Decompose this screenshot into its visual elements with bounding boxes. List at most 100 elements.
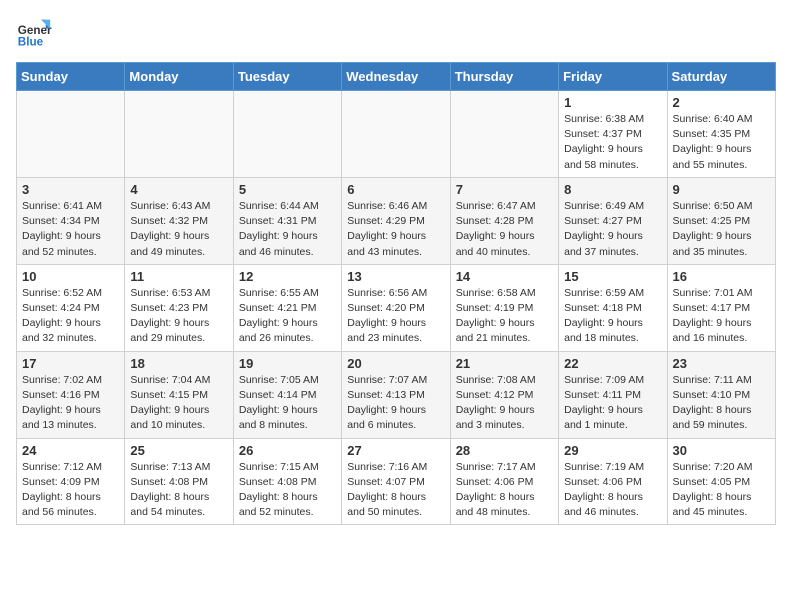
day-number: 6 [347, 182, 444, 197]
day-number: 1 [564, 95, 661, 110]
day-number: 11 [130, 269, 227, 284]
day-number: 9 [673, 182, 770, 197]
header-tuesday: Tuesday [233, 63, 341, 91]
day-cell: 2 Sunrise: 6:40 AM Sunset: 4:35 PM Daylig… [667, 91, 775, 178]
day-detail: Sunrise: 6:41 AM Sunset: 4:34 PM Dayligh… [22, 199, 119, 260]
day-detail: Sunrise: 7:20 AM Sunset: 4:05 PM Dayligh… [673, 460, 770, 521]
header-wednesday: Wednesday [342, 63, 450, 91]
day-number: 21 [456, 356, 553, 371]
day-cell: 12 Sunrise: 6:55 AM Sunset: 4:21 PM Dayli… [233, 264, 341, 351]
week-row-2: 10 Sunrise: 6:52 AM Sunset: 4:24 PM Dayli… [17, 264, 776, 351]
day-cell: 23 Sunrise: 7:11 AM Sunset: 4:10 PM Dayli… [667, 351, 775, 438]
header-sunday: Sunday [17, 63, 125, 91]
day-number: 7 [456, 182, 553, 197]
day-number: 28 [456, 443, 553, 458]
day-cell: 11 Sunrise: 6:53 AM Sunset: 4:23 PM Dayli… [125, 264, 233, 351]
day-detail: Sunrise: 6:50 AM Sunset: 4:25 PM Dayligh… [673, 199, 770, 260]
day-number: 17 [22, 356, 119, 371]
day-detail: Sunrise: 6:52 AM Sunset: 4:24 PM Dayligh… [22, 286, 119, 347]
header: General Blue [16, 16, 776, 52]
day-cell: 20 Sunrise: 7:07 AM Sunset: 4:13 PM Dayli… [342, 351, 450, 438]
day-cell: 13 Sunrise: 6:56 AM Sunset: 4:20 PM Dayli… [342, 264, 450, 351]
day-cell: 8 Sunrise: 6:49 AM Sunset: 4:27 PM Daylig… [559, 177, 667, 264]
day-detail: Sunrise: 7:13 AM Sunset: 4:08 PM Dayligh… [130, 460, 227, 521]
day-cell: 7Sunrise: 6:47 AM Sunset: 4:28 PM Daylig… [450, 177, 558, 264]
header-friday: Friday [559, 63, 667, 91]
day-number: 23 [673, 356, 770, 371]
day-number: 13 [347, 269, 444, 284]
week-row-4: 24Sunrise: 7:12 AM Sunset: 4:09 PM Dayli… [17, 438, 776, 525]
day-cell: 3 Sunrise: 6:41 AM Sunset: 4:34 PM Daylig… [17, 177, 125, 264]
day-cell: 19 Sunrise: 7:05 AM Sunset: 4:14 PM Dayli… [233, 351, 341, 438]
day-detail: Sunrise: 7:15 AM Sunset: 4:08 PM Dayligh… [239, 460, 336, 521]
day-number: 24 [22, 443, 119, 458]
day-number: 15 [564, 269, 661, 284]
day-number: 10 [22, 269, 119, 284]
day-number: 4 [130, 182, 227, 197]
day-cell: 6 Sunrise: 6:46 AM Sunset: 4:29 PM Daylig… [342, 177, 450, 264]
day-number: 18 [130, 356, 227, 371]
day-number: 30 [673, 443, 770, 458]
day-cell: 10 Sunrise: 6:52 AM Sunset: 4:24 PM Dayli… [17, 264, 125, 351]
day-detail: Sunrise: 6:55 AM Sunset: 4:21 PM Dayligh… [239, 286, 336, 347]
day-cell: 14Sunrise: 6:58 AM Sunset: 4:19 PM Dayli… [450, 264, 558, 351]
day-cell [342, 91, 450, 178]
day-detail: Sunrise: 7:19 AM Sunset: 4:06 PM Dayligh… [564, 460, 661, 521]
day-number: 29 [564, 443, 661, 458]
day-cell: 4 Sunrise: 6:43 AM Sunset: 4:32 PM Daylig… [125, 177, 233, 264]
header-thursday: Thursday [450, 63, 558, 91]
day-number: 16 [673, 269, 770, 284]
day-cell: 27 Sunrise: 7:16 AM Sunset: 4:07 PM Dayli… [342, 438, 450, 525]
day-cell: 28 Sunrise: 7:17 AM Sunset: 4:06 PM Dayli… [450, 438, 558, 525]
day-detail: Sunrise: 7:01 AM Sunset: 4:17 PM Dayligh… [673, 286, 770, 347]
day-detail: Sunrise: 7:05 AM Sunset: 4:14 PM Dayligh… [239, 373, 336, 434]
day-cell: 18 Sunrise: 7:04 AM Sunset: 4:15 PM Dayli… [125, 351, 233, 438]
day-number: 22 [564, 356, 661, 371]
day-cell: 25 Sunrise: 7:13 AM Sunset: 4:08 PM Dayli… [125, 438, 233, 525]
svg-text:Blue: Blue [18, 36, 44, 49]
day-detail: Sunrise: 7:07 AM Sunset: 4:13 PM Dayligh… [347, 373, 444, 434]
day-cell: 29 Sunrise: 7:19 AM Sunset: 4:06 PM Dayli… [559, 438, 667, 525]
day-detail: Sunrise: 7:17 AM Sunset: 4:06 PM Dayligh… [456, 460, 553, 521]
day-cell: 17Sunrise: 7:02 AM Sunset: 4:16 PM Dayli… [17, 351, 125, 438]
calendar-table: SundayMondayTuesdayWednesdayThursdayFrid… [16, 62, 776, 525]
day-detail: Sunrise: 6:59 AM Sunset: 4:18 PM Dayligh… [564, 286, 661, 347]
day-cell: 22 Sunrise: 7:09 AM Sunset: 4:11 PM Dayli… [559, 351, 667, 438]
day-number: 19 [239, 356, 336, 371]
day-cell: 30 Sunrise: 7:20 AM Sunset: 4:05 PM Dayli… [667, 438, 775, 525]
logo-icon: General Blue [16, 16, 52, 52]
day-number: 5 [239, 182, 336, 197]
day-number: 27 [347, 443, 444, 458]
day-detail: Sunrise: 6:40 AM Sunset: 4:35 PM Dayligh… [673, 112, 770, 173]
day-number: 20 [347, 356, 444, 371]
day-cell [125, 91, 233, 178]
day-number: 26 [239, 443, 336, 458]
day-detail: Sunrise: 6:44 AM Sunset: 4:31 PM Dayligh… [239, 199, 336, 260]
day-detail: Sunrise: 6:56 AM Sunset: 4:20 PM Dayligh… [347, 286, 444, 347]
day-number: 12 [239, 269, 336, 284]
day-number: 25 [130, 443, 227, 458]
day-number: 3 [22, 182, 119, 197]
day-detail: Sunrise: 7:08 AM Sunset: 4:12 PM Dayligh… [456, 373, 553, 434]
day-number: 8 [564, 182, 661, 197]
day-cell [450, 91, 558, 178]
logo: General Blue [16, 16, 52, 52]
header-saturday: Saturday [667, 63, 775, 91]
day-cell: 21 Sunrise: 7:08 AM Sunset: 4:12 PM Dayli… [450, 351, 558, 438]
day-detail: Sunrise: 6:46 AM Sunset: 4:29 PM Dayligh… [347, 199, 444, 260]
day-detail: Sunrise: 7:11 AM Sunset: 4:10 PM Dayligh… [673, 373, 770, 434]
day-cell: 26 Sunrise: 7:15 AM Sunset: 4:08 PM Dayli… [233, 438, 341, 525]
day-detail: Sunrise: 6:53 AM Sunset: 4:23 PM Dayligh… [130, 286, 227, 347]
day-number: 2 [673, 95, 770, 110]
day-cell: 1 Sunrise: 6:38 AM Sunset: 4:37 PM Daylig… [559, 91, 667, 178]
header-monday: Monday [125, 63, 233, 91]
day-detail: Sunrise: 6:38 AM Sunset: 4:37 PM Dayligh… [564, 112, 661, 173]
day-detail: Sunrise: 7:16 AM Sunset: 4:07 PM Dayligh… [347, 460, 444, 521]
day-cell: 16 Sunrise: 7:01 AM Sunset: 4:17 PM Dayli… [667, 264, 775, 351]
day-detail: Sunrise: 7:04 AM Sunset: 4:15 PM Dayligh… [130, 373, 227, 434]
day-detail: Sunrise: 7:09 AM Sunset: 4:11 PM Dayligh… [564, 373, 661, 434]
day-detail: Sunrise: 6:43 AM Sunset: 4:32 PM Dayligh… [130, 199, 227, 260]
day-cell [233, 91, 341, 178]
day-cell: 5 Sunrise: 6:44 AM Sunset: 4:31 PM Daylig… [233, 177, 341, 264]
day-detail: Sunrise: 6:49 AM Sunset: 4:27 PM Dayligh… [564, 199, 661, 260]
